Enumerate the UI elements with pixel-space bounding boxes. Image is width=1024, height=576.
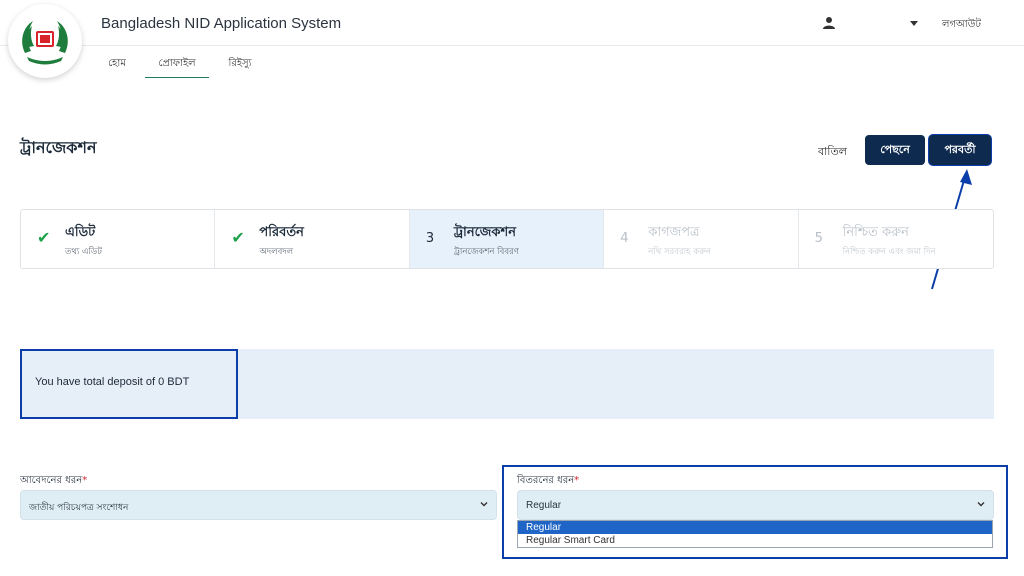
user-menu-caret-icon[interactable] — [910, 21, 918, 26]
step-number: 4 — [620, 231, 629, 246]
back-button[interactable]: পেছনে — [865, 135, 925, 165]
logout-link[interactable]: লগআউট — [942, 17, 981, 34]
step-subtitle: নিশ্চিত করুন এবং জমা দিন — [842, 247, 936, 257]
step-title: নিশ্চিত করুন — [842, 225, 909, 240]
cancel-button[interactable]: বাতিল — [818, 143, 847, 162]
required-mark: * — [574, 475, 580, 486]
check-icon: ✔ — [37, 228, 51, 247]
application-type-select[interactable]: জাতীয় পরিচয়পত্র সংশোধন — [20, 490, 497, 520]
step-number: 3 — [425, 231, 435, 246]
step-confirm: 5 নিশ্চিত করুন নিশ্চিত করুন এবং জমা দিন — [799, 210, 993, 268]
step-subtitle: ট্রানজেকশন বিবরণ — [453, 247, 519, 257]
step-subtitle: নথি সরবরাহ করুন — [648, 247, 711, 257]
app-title: Bangladesh NID Application System — [101, 15, 342, 32]
step-change[interactable]: ✔ পরিবর্তন অদলবদল — [215, 210, 410, 268]
distribution-type-label-text: বিতরনের ধরন — [517, 475, 575, 486]
application-type-value: জাতীয় পরিচয়পত্র সংশোধন — [29, 503, 129, 513]
dropdown-option-regular-smart-card[interactable]: Regular Smart Card — [518, 534, 992, 547]
page: Bangladesh NID Application System লগআউট … — [0, 0, 1024, 576]
chevron-down-icon — [480, 502, 488, 507]
distribution-type-value: Regular — [526, 500, 562, 511]
step-documents: 4 কাগজপত্র নথি সরবরাহ করুন — [604, 210, 799, 268]
progress-stepper: ✔ এডিট তথ্য এডিট ✔ পরিবর্তন অদলবদল 3 ট্র… — [20, 209, 994, 269]
step-title: কাগজপত্র — [648, 225, 700, 240]
distribution-type-label: বিতরনের ধরন* — [517, 473, 579, 490]
required-mark: * — [82, 475, 88, 486]
dropdown-option-regular[interactable]: Regular — [518, 521, 992, 534]
application-type-label-text: আবেদনের ধরন — [20, 475, 83, 486]
check-icon: ✔ — [231, 228, 245, 247]
step-subtitle: তথ্য এডিট — [65, 247, 102, 257]
bangladesh-emblem-logo — [8, 4, 82, 78]
step-title: ট্রানজেকশন — [453, 225, 516, 240]
next-button[interactable]: পরবর্তী — [929, 135, 991, 165]
top-bar: Bangladesh NID Application System লগআউট — [0, 0, 1024, 46]
chevron-down-icon — [977, 502, 985, 507]
nav-profile[interactable]: প্রোফাইল — [145, 52, 209, 78]
step-number: 5 — [814, 231, 823, 246]
step-title: এডিট — [65, 225, 96, 240]
nav-home[interactable]: হোম — [104, 52, 130, 78]
user-icon[interactable] — [822, 16, 836, 30]
distribution-type-dropdown: Regular Regular Smart Card — [517, 520, 993, 548]
deposit-text: You have total deposit of 0 BDT — [35, 376, 190, 388]
nav-reissue[interactable]: রিইস্যু — [224, 52, 256, 78]
step-transaction[interactable]: 3 ট্রানজেকশন ট্রানজেকশন বিবরণ — [409, 210, 605, 268]
step-title: পরিবর্তন — [259, 225, 304, 240]
application-type-label: আবেদনের ধরন* — [20, 473, 87, 490]
step-subtitle: অদলবদল — [259, 247, 294, 257]
page-title: ট্রানজেকশন — [20, 138, 97, 157]
distribution-type-select[interactable]: Regular — [517, 490, 994, 520]
step-edit[interactable]: ✔ এডিট তথ্য এডিট — [21, 210, 216, 268]
